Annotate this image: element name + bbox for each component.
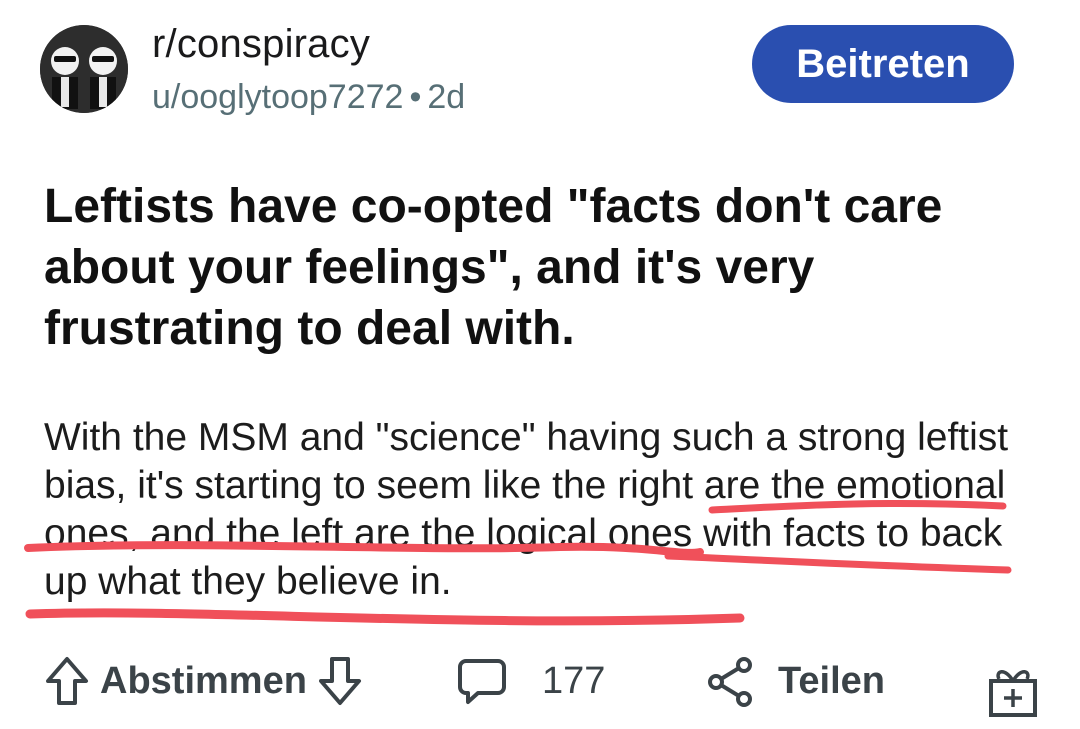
comments-button[interactable]: 177 bbox=[456, 655, 605, 707]
subreddit-avatar[interactable] bbox=[40, 25, 128, 113]
underline-stroke-4 bbox=[25, 608, 745, 626]
downvote-icon[interactable] bbox=[317, 655, 363, 707]
award-icon bbox=[989, 670, 1037, 717]
post-header: r/conspiracy u/ooglytoop7272 • 2d Beitrete… bbox=[0, 0, 1080, 130]
avatar-men-in-black-icon bbox=[40, 25, 128, 113]
meta-separator: • bbox=[409, 78, 422, 116]
comment-count: 177 bbox=[542, 659, 606, 702]
subreddit-name[interactable]: r/conspiracy bbox=[152, 22, 370, 67]
upvote-icon[interactable] bbox=[44, 655, 90, 707]
post-meta: u/ooglytoop7272 • 2d bbox=[152, 78, 465, 117]
award-button[interactable] bbox=[985, 663, 1041, 719]
post-age: 2d bbox=[427, 78, 466, 116]
share-icon bbox=[708, 657, 752, 707]
join-button[interactable]: Beitreten bbox=[752, 25, 1014, 103]
post-title[interactable]: Leftists have co-opted "facts don't care… bbox=[44, 176, 1034, 359]
comment-icon bbox=[458, 659, 506, 704]
action-bar: Abstimmen 177 Teilen bbox=[0, 655, 1080, 725]
share-button[interactable]: Teilen bbox=[704, 655, 885, 707]
vote-control: Abstimmen bbox=[44, 655, 363, 707]
author-name[interactable]: u/ooglytoop7272 bbox=[152, 78, 403, 116]
share-label: Teilen bbox=[778, 659, 885, 702]
post-body: With the MSM and "science" having such a… bbox=[44, 416, 1009, 603]
vote-label: Abstimmen bbox=[100, 659, 307, 702]
